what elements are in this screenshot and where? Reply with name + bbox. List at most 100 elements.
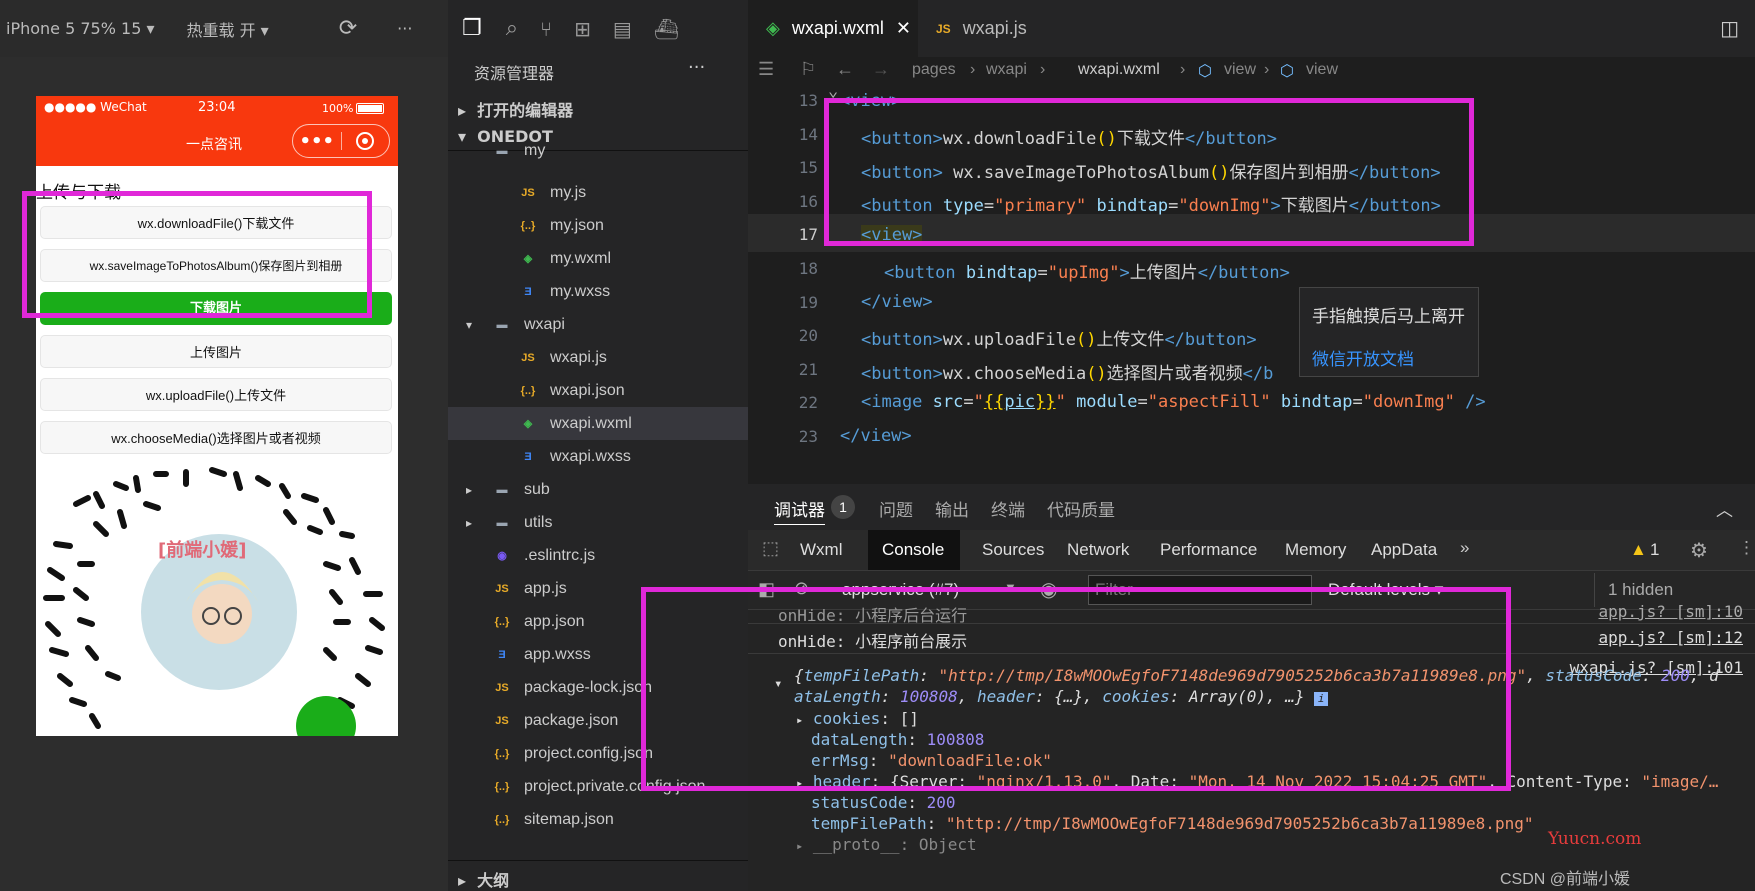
tab-label: wxapi.js xyxy=(962,18,1027,38)
tree-item-label: package.json xyxy=(524,711,619,729)
tree-item-label: my.js xyxy=(550,183,587,201)
tree-item[interactable]: ▬ my xyxy=(448,146,748,160)
forward-icon[interactable]: → xyxy=(872,59,890,80)
chevron-right-icon[interactable]: ▸ xyxy=(466,483,472,497)
simulator-toolbar: iPhone 5 75% 15 ▾ 热重载 开 ▾ ⟳ ··· xyxy=(0,0,448,57)
tree-item-label: my.wxss xyxy=(550,282,611,300)
tree-item-label: wxapi.wxml xyxy=(550,414,632,432)
tab-output[interactable]: 输出 xyxy=(935,496,969,521)
highlight-box-code xyxy=(824,98,1474,246)
open-editors-section[interactable]: ▸ 打开的编辑器 xyxy=(458,97,573,121)
watermark-site: Yuucn.com xyxy=(1548,829,1642,849)
tree-item[interactable]: ◈ wxapi.wxml xyxy=(448,407,748,440)
tab-appdata[interactable]: AppData xyxy=(1371,540,1437,560)
search-icon[interactable]: ⌕ xyxy=(506,16,518,41)
split-editor-icon[interactable]: ◫ xyxy=(1720,16,1739,40)
prop-proto[interactable]: ▸ __proto__: Object xyxy=(796,835,977,854)
tree-item[interactable]: JS my.js xyxy=(448,176,748,209)
menu-dots-icon[interactable]: ••• xyxy=(293,131,341,152)
tab-wxapi-wxml[interactable]: ◈ wxapi.wxml ✕ xyxy=(748,0,918,57)
files-icon[interactable]: ❐ xyxy=(462,16,482,41)
tab-debugger[interactable]: 调试器 xyxy=(774,496,825,525)
crumb-sep: › xyxy=(1264,61,1270,78)
collapse-panel-icon[interactable]: ︿ xyxy=(1716,496,1733,521)
tree-item[interactable]: ◉ .eslintrc.js xyxy=(448,539,748,572)
outline-label: 大纲 xyxy=(477,871,510,890)
prop-tempfilepath: tempFilePath: "http://tmp/I8wMOOwEgfoF71… xyxy=(811,814,1534,833)
tree-item[interactable]: {..} wxapi.json xyxy=(448,374,748,407)
tab-performance[interactable]: Performance xyxy=(1160,540,1257,560)
source-control-icon[interactable]: ⑂ xyxy=(540,17,552,41)
carrier: ●●●●● WeChat xyxy=(44,100,147,114)
cube-icon: ⬡ xyxy=(1280,63,1294,80)
chevron-right-icon[interactable]: ▸ xyxy=(466,516,472,530)
json-file-icon: {..} xyxy=(494,747,510,760)
wxml-file-icon: ◈ xyxy=(523,417,533,430)
upload-image-button[interactable]: 上传图片 xyxy=(40,335,392,368)
settings-gear-icon[interactable]: ⚙ xyxy=(1690,538,1708,563)
tree-item[interactable]: JS wxapi.js xyxy=(448,341,748,374)
console-src-cut[interactable]: app.js? [sm]:10 xyxy=(1599,602,1744,621)
extensions-icon[interactable]: ⊞ xyxy=(574,17,591,41)
qr-code-image: [前端小媛] xyxy=(43,467,385,736)
tree-item[interactable]: {..} sitemap.json xyxy=(448,803,748,836)
tree-item[interactable]: {..} my.json xyxy=(448,209,748,242)
js-file-icon: JS xyxy=(495,714,509,727)
tab-sources[interactable]: Sources xyxy=(982,540,1044,560)
more-icon[interactable]: ··· xyxy=(397,19,412,38)
tooltip-doc-link[interactable]: 微信开放文档 xyxy=(1312,345,1414,370)
tab-wxml[interactable]: Wxml xyxy=(800,540,842,560)
docker-icon[interactable]: ⛴ xyxy=(654,17,679,41)
close-tab-icon[interactable]: ✕ xyxy=(896,18,911,39)
code-line-21: <button>wx.chooseMedia()选择图片或者视频</b xyxy=(861,364,1274,384)
device-select[interactable]: iPhone 5 75% 15 ▾ xyxy=(6,19,155,38)
console-src-onhide[interactable]: app.js? [sm]:12 xyxy=(1599,628,1744,647)
tab-terminal[interactable]: 终端 xyxy=(991,496,1025,521)
chevron-down-icon[interactable]: ▾ xyxy=(466,318,472,332)
tree-item[interactable]: ◈ my.wxml xyxy=(448,242,748,275)
list-icon[interactable]: ☰ xyxy=(758,59,774,80)
close-capsule-icon[interactable] xyxy=(341,132,389,150)
breadcrumb: ☰ ⚐ ← → pages › wxapi › wxapi.wxml › ⬡ v… xyxy=(748,57,1755,87)
tab-problems[interactable]: 问题 xyxy=(879,496,913,521)
hot-reload-toggle[interactable]: 热重载 开 ▾ xyxy=(187,17,269,41)
tree-item-label: my xyxy=(524,146,546,159)
kebab-menu-icon[interactable]: ⋮ xyxy=(1738,538,1755,558)
explorer-more-icon[interactable]: ··· xyxy=(688,57,705,78)
tree-item[interactable]: Ǝmy.wxss xyxy=(448,275,748,308)
line-number: 23 xyxy=(798,427,818,446)
tab-wxapi-js[interactable]: JS wxapi.js xyxy=(918,0,1045,57)
outline-section[interactable]: ▸ 大纲 xyxy=(448,860,748,891)
more-tabs-icon[interactable]: » xyxy=(1460,538,1469,558)
tree-item[interactable]: ▾ ▬ wxapi xyxy=(448,308,748,341)
warning-icon[interactable]: ▲ xyxy=(1630,540,1647,560)
rotate-icon[interactable]: ⟳ xyxy=(339,16,357,41)
tab-code-quality[interactable]: 代码质量 xyxy=(1047,496,1115,521)
line-number: 15 xyxy=(798,158,818,178)
tree-item[interactable]: ▸ ▬ utils xyxy=(448,506,748,539)
layout-icon[interactable]: ▤ xyxy=(613,17,632,41)
crumb-view[interactable]: view xyxy=(1306,61,1338,79)
crumb-pages[interactable]: pages xyxy=(912,61,956,79)
clock: 23:04 xyxy=(198,100,236,115)
nav-bar: 一点咨讯 ••• xyxy=(36,120,398,166)
crumb-file[interactable]: wxapi.wxml xyxy=(1078,61,1160,79)
js-file-icon: JS xyxy=(495,681,509,694)
code-editor[interactable]: 13 14 15 16 17 18 19 20 21 22 23 ⌄ <view> <button>… xyxy=(748,87,1755,484)
upload-file-button[interactable]: wx.uploadFile()上传文件 xyxy=(40,378,392,411)
cube-icon: ⬡ xyxy=(1198,63,1212,80)
bookmark-icon[interactable]: ⚐ xyxy=(800,59,816,80)
tab-network[interactable]: Network xyxy=(1067,540,1129,560)
explorer-title: 资源管理器 xyxy=(474,64,555,83)
inspect-icon[interactable]: ⬚ xyxy=(762,538,779,559)
crumb-wxapi[interactable]: wxapi xyxy=(986,61,1027,79)
tree-item-label: wxapi.wxss xyxy=(550,447,631,465)
editor-tabs: ◈ wxapi.wxml ✕ JS wxapi.js ◫ xyxy=(748,0,1755,57)
choose-media-button[interactable]: wx.chooseMedia()选择图片或者视频 xyxy=(40,421,392,454)
tab-console[interactable]: Console xyxy=(882,540,944,560)
crumb-view[interactable]: view xyxy=(1224,61,1256,79)
tree-item[interactable]: ▸ ▬ sub xyxy=(448,473,748,506)
tab-memory[interactable]: Memory xyxy=(1285,540,1346,560)
back-icon[interactable]: ← xyxy=(836,59,854,80)
tree-item[interactable]: Ǝwxapi.wxss xyxy=(448,440,748,473)
